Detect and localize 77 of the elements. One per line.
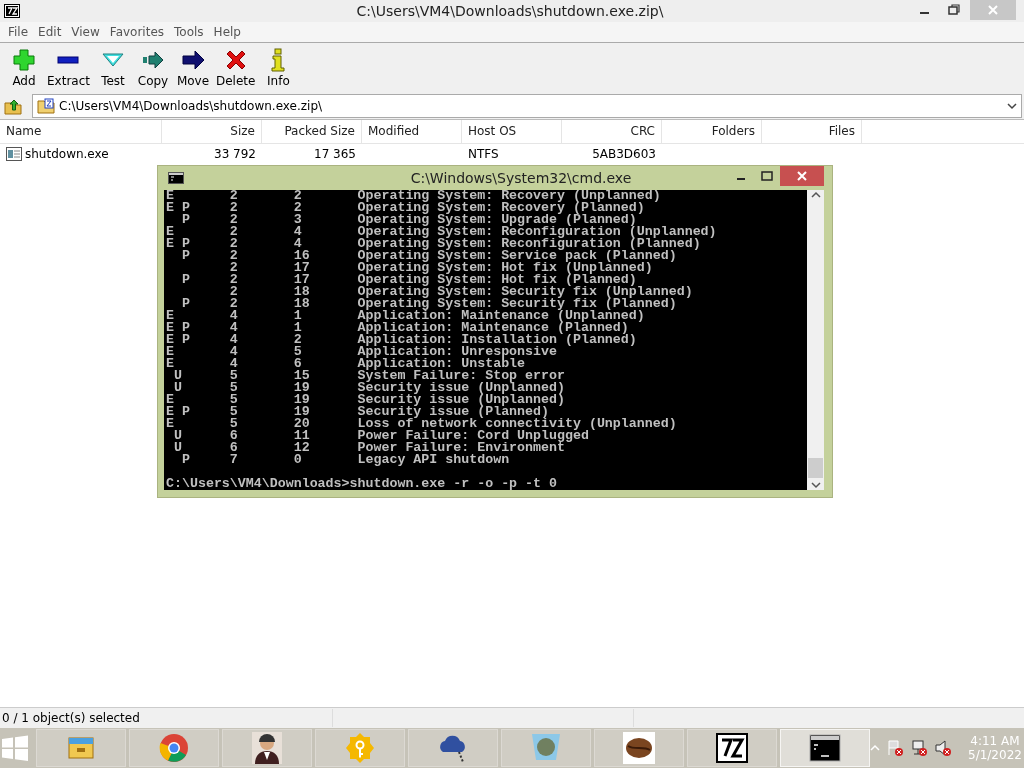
delete-button[interactable]: Delete xyxy=(213,46,259,90)
console-line: E 5 20 Loss of network connectivity (Unplanned) xyxy=(166,418,677,430)
menu-item[interactable]: Tools xyxy=(170,25,208,39)
column-header[interactable]: Folders xyxy=(662,120,762,143)
scroll-thumb[interactable] xyxy=(808,458,823,478)
menu-item[interactable]: Edit xyxy=(34,25,66,39)
table-cell: 5AB3D603 xyxy=(592,147,656,161)
column-header[interactable]: Modified xyxy=(362,120,462,143)
window-title: C:\Windows\System32\cmd.exe xyxy=(409,169,633,188)
console-line: 2 17 Operating System: Hot fix (Unplanned) xyxy=(228,262,653,274)
taskbar-button[interactable] xyxy=(687,729,777,767)
console-line: E P 2 4 Operating System: Reconfiguration (Planned) xyxy=(166,238,701,250)
move-button[interactable]: Move xyxy=(173,46,213,90)
folder-up-icon[interactable] xyxy=(4,97,22,115)
archive-icon xyxy=(4,4,20,18)
scroll-up-icon[interactable] xyxy=(809,190,822,200)
address-field[interactable]: C:\Users\VM4\Downloads\shutdown.exe.zip\ xyxy=(32,94,1022,118)
flag-alert-icon[interactable] xyxy=(886,739,904,757)
file-name[interactable]: shutdown.exe xyxy=(25,147,109,161)
console-line: 2 18 Operating System: Security fix (Unplanned) xyxy=(228,286,693,298)
coffee-bean-icon xyxy=(621,730,657,766)
console-line: U 5 15 System Failure: Stop error xyxy=(172,370,565,382)
speaker-muted-icon[interactable] xyxy=(934,739,952,757)
console-line: U 5 19 Security issue (Unplanned) xyxy=(173,382,565,394)
table-cell: NTFS xyxy=(468,147,499,161)
test-button[interactable]: Test xyxy=(93,46,133,90)
scroll-down-icon[interactable] xyxy=(809,480,822,490)
column-header[interactable]: Size xyxy=(162,120,262,143)
console-icon xyxy=(168,172,184,184)
menu-item[interactable]: Help xyxy=(209,25,245,39)
copy-button[interactable]: Copy xyxy=(133,46,173,90)
scrollbar[interactable] xyxy=(807,190,824,490)
menu-item[interactable]: View xyxy=(67,25,104,39)
network-alert-icon[interactable] xyxy=(910,739,928,757)
console-prompt: C:\Users\VM4\Downloads>shutdown.exe -r -o -p -t 0 xyxy=(166,478,557,490)
console-line: E P 4 2 Application: Installation (Planned) xyxy=(166,334,637,346)
column-header[interactable]: Packed Size xyxy=(262,120,362,143)
info-button[interactable]: Info xyxy=(258,46,299,90)
taskbar-button[interactable] xyxy=(222,729,312,767)
extract-button[interactable]: Extract xyxy=(44,46,93,90)
console-line: E 2 2 Operating System: Recovery (Unplanned) xyxy=(166,190,661,202)
console-line: E 2 4 Operating System: Reconfiguration (Unplanned) xyxy=(166,226,717,238)
archive-icon xyxy=(714,730,750,766)
console-line: P 2 17 Operating System: Hot fix (Planned) xyxy=(180,274,637,286)
column-header[interactable]: Name xyxy=(0,120,162,143)
console-line: P 2 3 Operating System: Upgrade (Planned) xyxy=(180,214,637,226)
chevron-down-icon[interactable] xyxy=(1007,102,1017,110)
console-line: E P 4 1 Application: Maintenance (Planned) xyxy=(166,322,629,334)
console-line: E 4 5 Application: Unresponsive xyxy=(166,346,557,358)
console-line: E P 2 2 Operating System: Recovery (Planned) xyxy=(166,202,645,214)
column-header[interactable]: Host OS xyxy=(462,120,562,143)
plus-icon xyxy=(12,48,36,72)
close-icon[interactable] xyxy=(780,166,824,186)
console-line: U 6 12 Power Failure: Environment xyxy=(172,442,565,454)
arrow-icon xyxy=(181,48,205,72)
console-line: P 2 18 Operating System: Security fix (Planned) xyxy=(180,298,677,310)
console-line: E 5 19 Security issue (Unplanned) xyxy=(166,394,565,406)
table-cell: 17 365 xyxy=(314,147,356,161)
column-header[interactable]: Files xyxy=(762,120,862,143)
window-title: C:\Users\VM4\Downloads\shutdown.exe.zip\ xyxy=(355,3,665,19)
console-line: E 4 1 Application: Maintenance (Unplanned) xyxy=(166,310,645,322)
menu-item[interactable]: Favorites xyxy=(105,25,169,39)
console-line: U 6 11 Power Failure: Cord Unplugged xyxy=(172,430,589,442)
file-icon xyxy=(6,147,22,161)
table-cell: 33 792 xyxy=(214,147,256,161)
menu-item[interactable]: File xyxy=(4,25,33,39)
taskbar-button[interactable] xyxy=(780,729,870,767)
console-line: P 7 0 Legacy API shutdown xyxy=(180,454,510,466)
add-button[interactable]: Add xyxy=(4,46,44,90)
console-line: P 2 16 Operating System: Service pack (Planned) xyxy=(180,250,677,262)
console-line: E 4 6 Application: Unstable xyxy=(166,358,526,370)
taskbar-button[interactable] xyxy=(594,729,684,767)
console-line: E P 5 19 Security issue (Planned) xyxy=(166,406,549,418)
person-icon xyxy=(249,730,285,766)
status-text: 0 / 1 object(s) selected xyxy=(1,711,141,725)
zip-folder-icon xyxy=(37,98,55,114)
column-header[interactable]: CRC xyxy=(562,120,662,143)
